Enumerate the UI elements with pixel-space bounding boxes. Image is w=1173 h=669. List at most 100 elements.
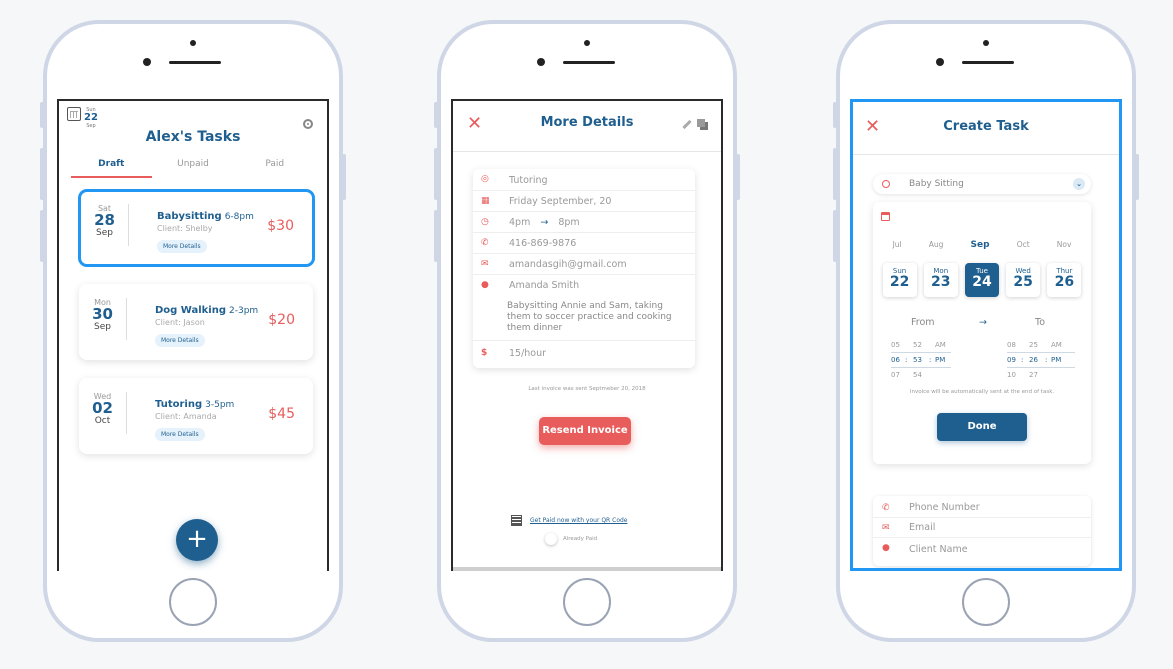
side-button bbox=[40, 210, 44, 262]
minute-option[interactable]: 52 bbox=[913, 338, 929, 352]
tab-unpaid[interactable]: Unpaid bbox=[153, 159, 234, 178]
radio-button[interactable] bbox=[545, 533, 557, 545]
task-name: Dog Walking bbox=[155, 305, 227, 316]
day-option[interactable]: Wed 25 bbox=[1006, 263, 1041, 297]
home-button[interactable] bbox=[962, 578, 1010, 626]
minute-option[interactable]: 27 bbox=[1029, 368, 1045, 382]
day-option[interactable]: Sun 22 bbox=[882, 263, 917, 297]
tag-icon: ◎ bbox=[481, 174, 489, 184]
task-amount: $45 bbox=[268, 406, 295, 422]
add-task-button[interactable]: + bbox=[176, 519, 218, 561]
phone-field[interactable]: ✆ Phone Number bbox=[873, 498, 1091, 518]
ampm-option[interactable]: AM bbox=[935, 338, 946, 352]
task-name: Tutoring bbox=[155, 399, 203, 410]
task-day: 28 bbox=[94, 211, 115, 229]
sensor-icon bbox=[537, 58, 545, 66]
gear-icon[interactable] bbox=[303, 119, 313, 129]
task-info: Dog Walking 2-3pm Client: Jason More Deta… bbox=[155, 298, 258, 347]
task-month: Sep bbox=[94, 322, 111, 332]
person-icon: ● bbox=[481, 280, 489, 290]
clock-icon: ◷ bbox=[481, 217, 489, 227]
task-date: Sat 28 Sep bbox=[81, 204, 129, 246]
minute-selected[interactable]: 26 bbox=[1029, 353, 1045, 367]
dollar-icon: $ bbox=[481, 348, 488, 358]
task-card[interactable]: Mon 30 Sep Dog Walking 2-3pm Client: Jaso… bbox=[79, 284, 313, 360]
from-label: From bbox=[911, 317, 935, 328]
more-details-button[interactable]: More Details bbox=[155, 334, 205, 347]
ampm-option[interactable]: AM bbox=[1051, 338, 1062, 352]
task-type-value: Baby Sitting bbox=[909, 179, 964, 189]
task-date: Wed 02 Oct bbox=[79, 392, 127, 434]
client-name-field[interactable]: ● Client Name bbox=[873, 538, 1091, 558]
camera-icon bbox=[983, 40, 989, 46]
duplicate-icon[interactable] bbox=[697, 119, 705, 127]
task-card[interactable]: Sat 28 Sep Babysitting 6-8pm Client: Shel… bbox=[78, 189, 315, 267]
hour-option[interactable]: 05 bbox=[891, 338, 905, 352]
day-option-selected[interactable]: Tue 24 bbox=[964, 263, 999, 297]
hour-selected[interactable]: 09 bbox=[1007, 353, 1021, 367]
speaker-grill bbox=[563, 61, 615, 64]
page-title: More Details bbox=[540, 115, 634, 130]
task-type-select[interactable]: Baby Sitting ⌄ bbox=[873, 174, 1091, 194]
arrow-icon: → bbox=[979, 317, 987, 328]
date-picker[interactable]: Sun 22 Sep bbox=[67, 107, 98, 129]
task-value: Tutoring bbox=[509, 175, 548, 186]
tab-paid[interactable]: Paid bbox=[234, 159, 315, 178]
divider bbox=[853, 154, 1119, 155]
hour-option[interactable]: 10 bbox=[1007, 368, 1021, 382]
detail-row-task: ◎ Tutoring bbox=[473, 169, 695, 191]
qr-code-link[interactable]: Get Paid now with your QR Code bbox=[530, 517, 628, 524]
task-amount: $20 bbox=[268, 312, 295, 328]
detail-row-time: ◷ 4pm → 8pm bbox=[473, 212, 695, 233]
month-option[interactable]: Oct bbox=[1017, 240, 1030, 250]
person-icon: ● bbox=[882, 543, 890, 553]
from-time-picker[interactable]: 05 52 AM 06:53: PM 07 54 bbox=[891, 338, 951, 382]
phone-frame-details: ✕ More Details ◎ Tutoring ▦ Friday Septe… bbox=[434, 20, 740, 642]
mail-icon: ✉ bbox=[882, 523, 890, 533]
minute-option[interactable]: 25 bbox=[1029, 338, 1045, 352]
ampm-selected[interactable]: PM bbox=[1051, 353, 1061, 367]
month-option[interactable]: Aug bbox=[929, 240, 944, 250]
side-button bbox=[833, 102, 837, 128]
hour-option[interactable]: 08 bbox=[1007, 338, 1021, 352]
phone-icon: ✆ bbox=[882, 503, 890, 513]
qr-code-row[interactable]: Get Paid now with your QR Code bbox=[511, 515, 628, 526]
resend-invoice-button[interactable]: Resend Invoice bbox=[539, 417, 631, 445]
home-button[interactable] bbox=[563, 578, 611, 626]
task-info: Babysitting 6-8pm Client: Shelby More Det… bbox=[157, 204, 254, 253]
email-field[interactable]: ✉ Email bbox=[873, 518, 1091, 538]
hour-selected[interactable]: 06 bbox=[891, 353, 905, 367]
task-month: Oct bbox=[94, 416, 111, 426]
day-number: 26 bbox=[1054, 274, 1075, 290]
details-card: ◎ Tutoring ▦ Friday September, 20 ◷ 4pm →… bbox=[473, 169, 695, 368]
month-option[interactable]: Nov bbox=[1057, 240, 1072, 250]
task-client: Client: Amanda bbox=[155, 412, 217, 421]
more-details-button[interactable]: More Details bbox=[157, 240, 207, 253]
minute-selected[interactable]: 53 bbox=[913, 353, 929, 367]
chevron-down-icon[interactable]: ⌄ bbox=[1073, 178, 1085, 190]
home-button[interactable] bbox=[169, 578, 217, 626]
task-day: 02 bbox=[92, 399, 113, 417]
eye-icon bbox=[882, 180, 890, 188]
side-button bbox=[434, 102, 438, 128]
calendar-icon: ▦ bbox=[481, 196, 490, 206]
tab-draft[interactable]: Draft bbox=[71, 159, 152, 178]
power-button bbox=[736, 154, 740, 200]
month-option-selected[interactable]: Sep bbox=[971, 240, 990, 250]
task-time: 3-5pm bbox=[205, 400, 235, 410]
calendar-icon bbox=[881, 212, 890, 221]
day-option[interactable]: Thur 26 bbox=[1047, 263, 1082, 297]
task-info: Tutoring 3-5pm Client: Amanda More Detail… bbox=[155, 392, 234, 441]
ampm-selected[interactable]: PM bbox=[935, 353, 945, 367]
month-option[interactable]: Jul bbox=[893, 240, 902, 250]
task-card[interactable]: Wed 02 Oct Tutoring 3-5pm Client: Amanda … bbox=[79, 378, 313, 454]
divider bbox=[453, 151, 721, 152]
done-button[interactable]: Done bbox=[937, 413, 1027, 441]
hour-option[interactable]: 07 bbox=[891, 368, 905, 382]
minute-option[interactable]: 54 bbox=[913, 368, 929, 382]
day-option[interactable]: Mon 23 bbox=[923, 263, 958, 297]
day-selector: Sun 22 Mon 23 Tue 24 Wed 25 Thur 26 bbox=[879, 263, 1085, 297]
more-details-button[interactable]: More Details bbox=[155, 428, 205, 441]
to-time-picker[interactable]: 08 25 AM 09:26: PM 10 27 bbox=[1007, 338, 1075, 382]
already-paid-toggle[interactable]: Already Paid bbox=[545, 533, 597, 545]
